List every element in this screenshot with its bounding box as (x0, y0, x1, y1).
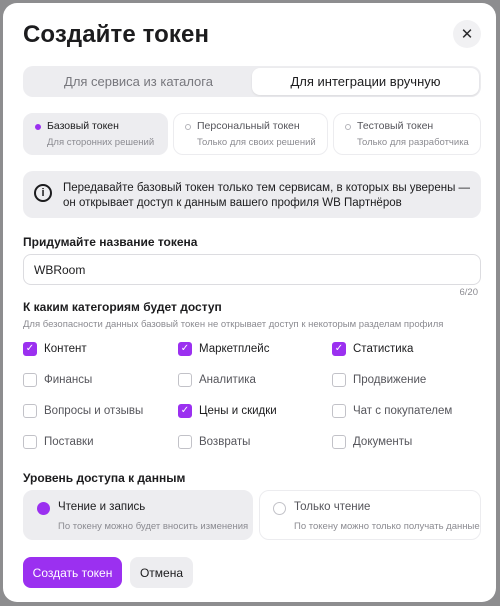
category-content[interactable]: ✓ Контент (23, 342, 87, 356)
category-label: Возвраты (199, 436, 251, 448)
token-type-personal[interactable]: Персональный токен Только для своих реше… (173, 113, 328, 155)
access-read-only[interactable]: Только чтение По токену можно только пол… (259, 490, 481, 540)
token-name-label: Придумайте название токена (23, 235, 198, 249)
checkbox-icon (23, 404, 37, 418)
checkbox-checked-icon: ✓ (23, 342, 37, 356)
category-promotion[interactable]: Продвижение (332, 373, 426, 387)
info-notice: i Передавайте базовый токен только тем с… (23, 171, 481, 218)
close-button[interactable]: ✕ (453, 20, 481, 48)
category-documents[interactable]: Документы (332, 435, 412, 449)
checkbox-icon (178, 373, 192, 387)
category-finance[interactable]: Финансы (23, 373, 92, 387)
categories-label: К каким категориям будет доступ (23, 300, 222, 314)
access-option-desc: По токену можно будет вносить изменения (58, 521, 249, 532)
token-type-desc: Для сторонних решений (47, 137, 155, 148)
close-icon: ✕ (460, 26, 474, 43)
checkbox-checked-icon: ✓ (178, 342, 192, 356)
category-label: Вопросы и отзывы (44, 405, 144, 417)
token-type-basic[interactable]: Базовый токен Для сторонних решений (23, 113, 168, 155)
dialog-title: Создайте токен (23, 21, 210, 48)
token-name-input[interactable] (23, 254, 481, 285)
category-label: Финансы (44, 374, 93, 386)
radio-dot-icon (35, 124, 41, 130)
checkbox-checked-icon: ✓ (332, 342, 346, 356)
char-counter: 6/20 (459, 287, 479, 298)
checkbox-icon (23, 435, 37, 449)
category-analytics[interactable]: Аналитика (178, 373, 256, 387)
tab-catalog-service[interactable]: Для сервиса из каталога (25, 68, 252, 95)
category-label: Документы (353, 436, 413, 448)
category-statistics[interactable]: ✓ Статистика (332, 342, 413, 356)
radio-dot-icon (345, 124, 351, 130)
access-level-label: Уровень доступа к данным (23, 471, 186, 485)
access-option-name: Чтение и запись (58, 501, 146, 513)
access-read-write[interactable]: Чтение и запись По токену можно будет вн… (23, 490, 253, 540)
categories-hint: Для безопасности данных базовый токен не… (23, 319, 444, 330)
token-type-name: Персональный токен (197, 120, 300, 132)
checkbox-icon (332, 373, 346, 387)
category-label: Поставки (44, 436, 94, 448)
category-questions-reviews[interactable]: Вопросы и отзывы (23, 404, 143, 418)
token-type-name: Тестовый токен (357, 120, 434, 132)
category-buyer-chat[interactable]: Чат с покупателем (332, 404, 452, 418)
checkbox-icon (332, 435, 346, 449)
radio-selected-icon (37, 502, 50, 515)
category-returns[interactable]: Возвраты (178, 435, 250, 449)
radio-dot-icon (185, 124, 191, 130)
radio-icon (273, 502, 286, 515)
checkbox-icon (332, 404, 346, 418)
token-type-desc: Только для разработчика (357, 137, 469, 148)
cancel-button[interactable]: Отмена (130, 557, 193, 588)
category-prices-discounts[interactable]: ✓ Цены и скидки (178, 404, 277, 418)
category-label: Чат с покупателем (353, 405, 453, 417)
category-label: Цены и скидки (199, 405, 277, 417)
info-icon: i (34, 184, 52, 202)
create-token-dialog: Создайте токен ✕ Для сервиса из каталога… (3, 3, 496, 602)
token-type-name: Базовый токен (47, 120, 119, 132)
category-label: Контент (44, 343, 87, 355)
checkbox-icon (23, 373, 37, 387)
token-type-desc: Только для своих решений (197, 137, 316, 148)
checkbox-icon (178, 435, 192, 449)
integration-type-tabs: Для сервиса из каталога Для интеграции в… (23, 66, 481, 97)
access-option-desc: По токену можно только получать данные (294, 521, 480, 532)
create-token-button[interactable]: Создать токен (23, 557, 122, 588)
category-label: Аналитика (199, 374, 256, 386)
category-marketplace[interactable]: ✓ Маркетплейс (178, 342, 269, 356)
category-label: Статистика (353, 343, 414, 355)
category-supplies[interactable]: Поставки (23, 435, 94, 449)
access-option-name: Только чтение (294, 501, 371, 513)
token-type-test[interactable]: Тестовый токен Только для разработчика (333, 113, 481, 155)
checkbox-checked-icon: ✓ (178, 404, 192, 418)
tab-manual-integration[interactable]: Для интеграции вручную (252, 68, 479, 95)
category-label: Продвижение (353, 374, 427, 386)
category-label: Маркетплейс (199, 343, 270, 355)
notice-text: Передавайте базовый токен только тем сер… (63, 182, 471, 209)
